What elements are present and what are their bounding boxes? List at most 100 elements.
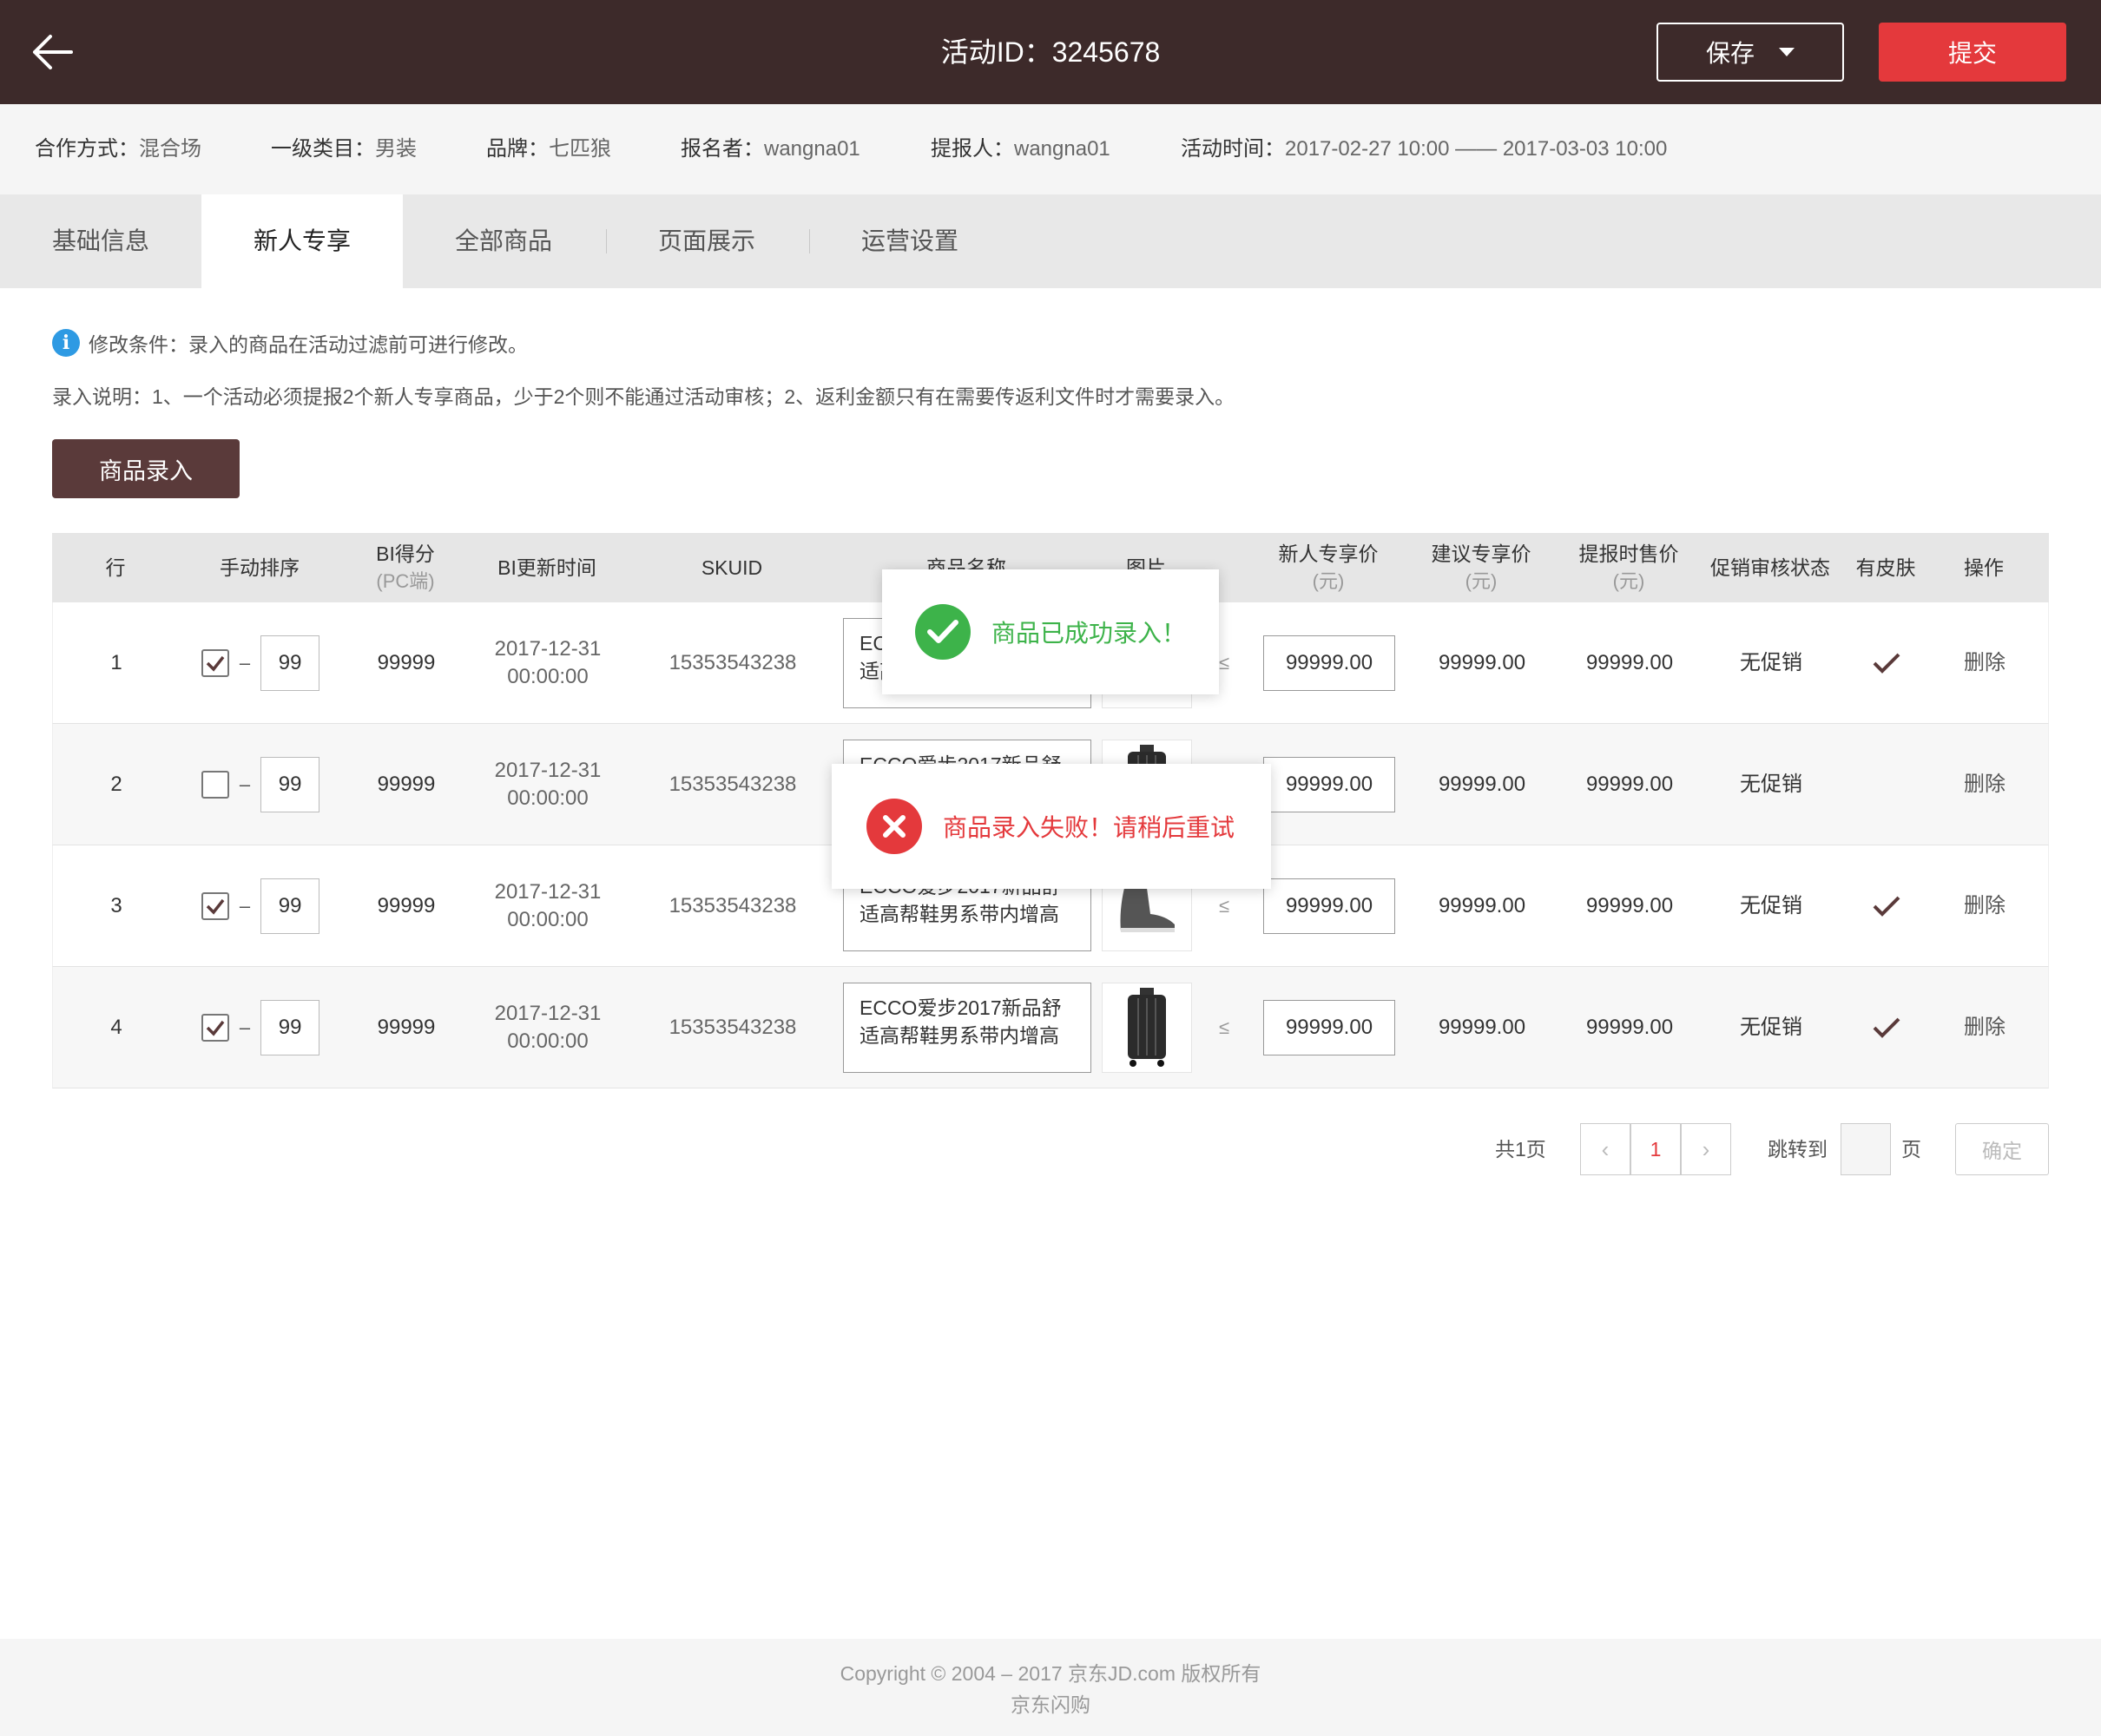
- report-price: 99999.00: [1585, 651, 1674, 674]
- footer-brand: 京东闪购: [1011, 1693, 1090, 1716]
- col-header-row: 行: [105, 556, 126, 579]
- skin-empty: [1836, 724, 1937, 845]
- skuid: 15353543238: [668, 651, 797, 674]
- skin-check-icon: [1836, 602, 1937, 724]
- chevron-left-icon: ‹: [1601, 1135, 1610, 1162]
- info-icon: i: [52, 329, 80, 357]
- activity-info-bar: 合作方式：混合场 一级类目：男装 品牌：七匹狼 报名者：wangna01 提报人…: [0, 104, 2101, 194]
- delete-link[interactable]: 删除: [1937, 724, 2032, 845]
- success-toast: 商品已成功录入！: [882, 569, 1219, 694]
- new-price-input[interactable]: 99999.00: [1263, 878, 1395, 934]
- product-image-cell: [1093, 967, 1201, 1088]
- delete-link[interactable]: 删除: [1937, 967, 2032, 1088]
- save-button[interactable]: 保存: [1656, 23, 1844, 82]
- row-number: 4: [110, 1016, 122, 1039]
- suitcase-image: [1102, 983, 1192, 1073]
- sort-input[interactable]: 99: [260, 635, 320, 691]
- bi-score: 99999: [377, 651, 436, 674]
- jump-confirm-button[interactable]: 确定: [1955, 1123, 2049, 1175]
- sort-controls: – 99: [180, 724, 341, 845]
- promo-status: 无促销: [1740, 1016, 1802, 1039]
- row-checkbox[interactable]: [201, 892, 229, 920]
- close-circle-icon: [866, 799, 922, 854]
- sort-input[interactable]: 99: [260, 757, 320, 812]
- report-price: 99999.00: [1585, 894, 1674, 917]
- row-number: 3: [110, 894, 122, 917]
- new-price-input[interactable]: 99999.00: [1263, 1000, 1395, 1055]
- page-number-button[interactable]: 1: [1630, 1123, 1681, 1175]
- col-header-suggested-price: 建议专享价 (元): [1431, 542, 1531, 592]
- col-header-bi-time: BI更新时间: [497, 556, 596, 579]
- bi-update-time: 2017-12-31 00:00:00: [494, 880, 602, 931]
- error-message: 商品录入失败！请稍后重试: [943, 814, 1235, 841]
- tab-page-display[interactable]: 页面展示: [606, 194, 807, 288]
- jump-page-input[interactable]: [1841, 1123, 1891, 1175]
- new-price-input[interactable]: 99999.00: [1263, 757, 1395, 812]
- new-price-input[interactable]: 99999.00: [1263, 635, 1395, 691]
- delete-link[interactable]: 删除: [1937, 602, 2032, 724]
- tab-operation-settings[interactable]: 运营设置: [809, 194, 1011, 288]
- product-name-field[interactable]: ECCO爱步2017新品舒适高帮鞋男系带内增高: [843, 983, 1091, 1073]
- promo-status: 无促销: [1740, 773, 1802, 796]
- delete-link[interactable]: 删除: [1937, 845, 2032, 967]
- info-registrant: 报名者：wangna01: [681, 137, 860, 161]
- bi-score: 99999: [377, 773, 436, 796]
- row-checkbox[interactable]: [201, 1014, 229, 1042]
- skin-check-icon: [1836, 967, 1937, 1088]
- bi-score: 99999: [377, 894, 436, 917]
- row-checkbox[interactable]: [201, 649, 229, 677]
- suggested-price: 99999.00: [1438, 773, 1526, 796]
- skin-check-icon: [1836, 845, 1937, 967]
- jump-to-label: 跳转到: [1768, 1138, 1828, 1161]
- tab-all-products[interactable]: 全部商品: [403, 194, 604, 288]
- info-category: 一级类目：男装: [271, 137, 417, 161]
- table-row: 4 – 99 99999 2017-12-31 00:00:00 15353543…: [52, 967, 2049, 1088]
- col-header-action: 操作: [1964, 556, 2004, 579]
- pagination-total: 共1页: [1495, 1138, 1546, 1161]
- report-price: 99999.00: [1585, 773, 1674, 796]
- less-equal-symbol: ≤: [1218, 1016, 1230, 1038]
- back-arrow-icon[interactable]: [30, 31, 75, 73]
- info-cooperation: 合作方式：混合场: [35, 137, 201, 161]
- add-product-button[interactable]: 商品录入: [52, 439, 240, 498]
- col-header-bi-score: BI得分 (PC端): [376, 542, 435, 592]
- row-number: 1: [110, 651, 122, 674]
- suggested-price: 99999.00: [1438, 894, 1526, 917]
- save-button-label: 保存: [1705, 40, 1755, 67]
- skuid: 15353543238: [668, 894, 797, 917]
- sort-controls: – 99: [180, 602, 341, 724]
- info-activity-time: 活动时间：2017-02-27 10:00 —— 2017-03-03 10:0…: [1181, 137, 1668, 161]
- row-checkbox[interactable]: [201, 771, 229, 799]
- info-submitter: 提报人：wangna01: [931, 137, 1110, 161]
- modify-condition-notice: i 修改条件：录入的商品在活动过滤前可进行修改。: [52, 328, 528, 358]
- chevron-right-icon: ›: [1702, 1135, 1710, 1162]
- top-bar: 活动ID：3245678 保存 提交: [0, 0, 2101, 104]
- info-brand: 品牌：七匹狼: [486, 137, 611, 161]
- skuid: 15353543238: [668, 1016, 797, 1039]
- tab-newcomer-exclusive[interactable]: 新人专享: [201, 194, 403, 288]
- error-toast: 商品录入失败！请稍后重试: [832, 764, 1271, 889]
- bi-update-time: 2017-12-31 00:00:00: [494, 637, 602, 688]
- col-header-skin: 有皮肤: [1855, 556, 1916, 579]
- sort-input[interactable]: 99: [260, 878, 320, 934]
- tab-basic-info[interactable]: 基础信息: [0, 194, 201, 288]
- success-message: 商品已成功录入！: [991, 620, 1187, 647]
- sort-input[interactable]: 99: [260, 1000, 320, 1055]
- prev-page-button[interactable]: ‹: [1580, 1123, 1630, 1175]
- bi-update-time: 2017-12-31 00:00:00: [494, 1002, 602, 1053]
- copyright-text: Copyright © 2004 – 2017 京东JD.com 版权所有: [840, 1662, 1261, 1685]
- suggested-price: 99999.00: [1438, 651, 1526, 674]
- col-header-report-price: 提报时售价 (元): [1578, 542, 1679, 592]
- col-header-skuid: SKUID: [701, 556, 763, 579]
- suggested-price: 99999.00: [1438, 1016, 1526, 1039]
- tab-bar: 基础信息 新人专享 全部商品 页面展示 运营设置: [0, 194, 2101, 288]
- submit-button[interactable]: 提交: [1879, 23, 2066, 82]
- new-price-cell: 99999.00: [1248, 845, 1411, 967]
- footer: Copyright © 2004 – 2017 京东JD.com 版权所有 京东…: [0, 1639, 2101, 1736]
- col-header-new-price: 新人专享价 (元): [1278, 542, 1379, 592]
- bi-update-time: 2017-12-31 00:00:00: [494, 759, 602, 810]
- new-price-cell: 99999.00: [1248, 602, 1411, 724]
- next-page-button[interactable]: ›: [1681, 1123, 1731, 1175]
- new-price-cell: 99999.00: [1248, 967, 1411, 1088]
- check-circle-icon: [915, 604, 971, 660]
